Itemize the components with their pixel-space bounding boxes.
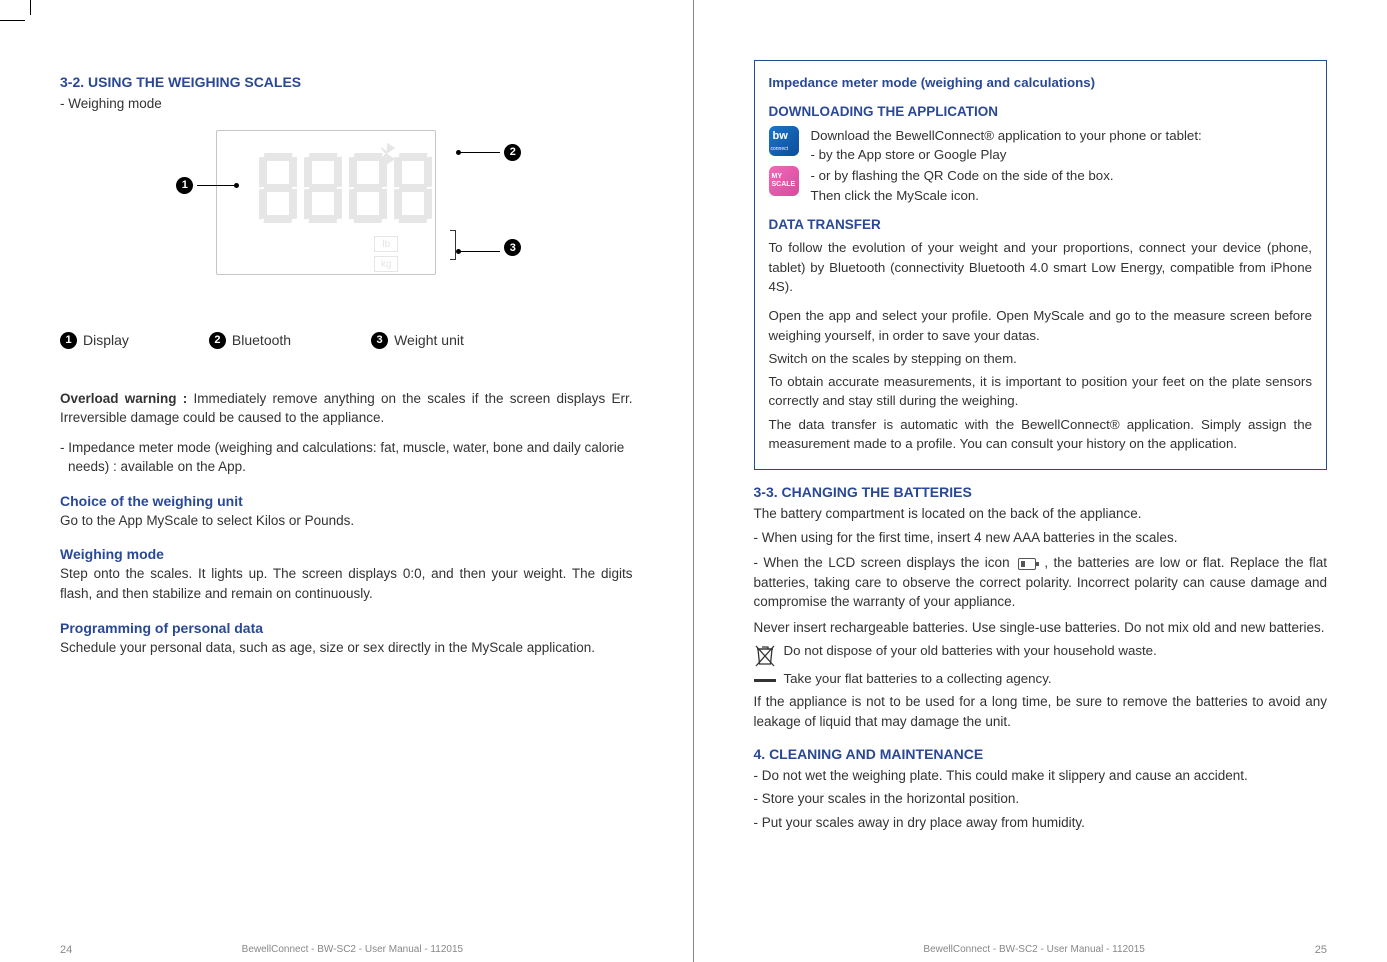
footer-right: BewellConnect - BW-SC2 - User Manual - 1… [754,944,1328,956]
download-line-2: - by the App store or Google Play [811,145,1313,164]
callout-1: 1 [176,177,237,194]
footer-text-left: BewellConnect - BW-SC2 - User Manual - 1… [242,944,463,956]
lcd-frame: lb kg [216,130,436,275]
transfer-p4: To obtain accurate measurements, it is i… [769,372,1313,411]
heading-data-transfer: DATA TRANSFER [769,215,1313,235]
callout-2: 2 [458,144,521,161]
download-line-3: - or by flashing the QR Code on the side… [811,166,1313,185]
transfer-p3: Switch on the scales by stepping on them… [769,349,1313,368]
heading-3-3: 3-3. CHANGING THE BATTERIES [754,484,1328,500]
clean-p1: - Do not wet the weighing plate. This co… [754,766,1328,786]
transfer-p1: To follow the evolution of your weight a… [769,238,1313,296]
overload-label: Overload warning : [60,391,193,406]
page-number-left: 24 [60,944,72,956]
download-line-1: Download the BewellConnect® application … [811,126,1313,145]
clean-p2: - Store your scales in the horizontal po… [754,789,1328,809]
heading-3-2: 3-2. USING THE WEIGHING SCALES [60,74,633,90]
weighing-mode-text: Step onto the scales. It lights up. The … [60,564,633,603]
callout-3-number: 3 [504,239,521,256]
bewellconnect-app-icon [769,126,799,156]
footer-left: 24 BewellConnect - BW-SC2 - User Manual … [60,944,633,956]
callout-1-number: 1 [176,177,193,194]
low-battery-icon [1018,558,1036,570]
legend-row: 1 Display 2 Bluetooth 3 Weight unit [60,332,633,349]
app-row-myscale: - or by flashing the QR Code on the side… [769,166,1313,205]
display-diagram: lb kg 1 2 3 [186,122,506,292]
box-title: Impedance meter mode (weighing and calcu… [769,73,1313,92]
programming-text: Schedule your personal data, such as age… [60,638,633,658]
batt-p5: If the appliance is not to be used for a… [754,692,1328,731]
legend-2-label: Bluetooth [232,332,291,348]
impedance-box: Impedance meter mode (weighing and calcu… [754,60,1328,470]
overload-paragraph: Overload warning : Immediately remove an… [60,389,633,428]
footer-text-right: BewellConnect - BW-SC2 - User Manual - 1… [923,944,1144,956]
weee-underbar-icon [754,679,776,682]
batt-p3: - When the LCD screen displays the icon … [754,553,1328,612]
weee-crossed-bin-icon [754,643,776,669]
legend-item-2: 2 Bluetooth [209,332,291,349]
legend-2-number: 2 [209,332,226,349]
batt-p4: Never insert rechargeable batteries. Use… [754,618,1328,638]
legend-item-3: 3 Weight unit [371,332,464,349]
weee-text-2: Take your flat batteries to a collecting… [784,671,1052,686]
page-number-right: 25 [1315,944,1327,956]
legend-1-number: 1 [60,332,77,349]
weee-row-2: Take your flat batteries to a collecting… [754,671,1328,686]
callout-2-number: 2 [504,144,521,161]
weee-text-1: Do not dispose of your old batteries wit… [784,643,1157,658]
weighing-mode-label: - Weighing mode [60,94,633,114]
heading-4: 4. CLEANING AND MAINTENANCE [754,746,1328,762]
unit-lb-indicator: lb [374,236,398,252]
app-row-bewellconnect: Download the BewellConnect® application … [769,126,1313,165]
heading-weighing-mode: Weighing mode [60,546,633,562]
page-left: 3-2. USING THE WEIGHING SCALES - Weighin… [0,0,694,962]
clean-p3: - Put your scales away in dry place away… [754,813,1328,833]
choice-text: Go to the App MyScale to select Kilos or… [60,511,633,531]
legend-3-label: Weight unit [394,332,464,348]
legend-3-number: 3 [371,332,388,349]
page-right: Impedance meter mode (weighing and calcu… [694,0,1387,962]
weee-row-1: Do not dispose of your old batteries wit… [754,643,1328,669]
callout-3: 3 [450,230,521,260]
heading-choice-unit: Choice of the weighing unit [60,493,633,509]
unit-kg-indicator: kg [374,256,398,272]
transfer-p2: Open the app and select your profile. Op… [769,306,1313,345]
legend-item-1: 1 Display [60,332,129,349]
heading-download: DOWNLOADING THE APPLICATION [769,102,1313,122]
seven-segment-digits [259,153,432,223]
download-line-4: Then click the MyScale icon. [811,186,1313,205]
legend-1-label: Display [83,332,129,348]
batt-p3a: - When the LCD screen displays the icon [754,555,1015,570]
transfer-p5: The data transfer is automatic with the … [769,415,1313,454]
batt-p1: The battery compartment is located on th… [754,504,1328,524]
heading-programming: Programming of personal data [60,620,633,636]
batt-p2: - When using for the first time, insert … [754,528,1328,548]
impedance-note: - Impedance meter mode (weighing and cal… [60,438,633,477]
myscale-app-icon [769,166,799,196]
